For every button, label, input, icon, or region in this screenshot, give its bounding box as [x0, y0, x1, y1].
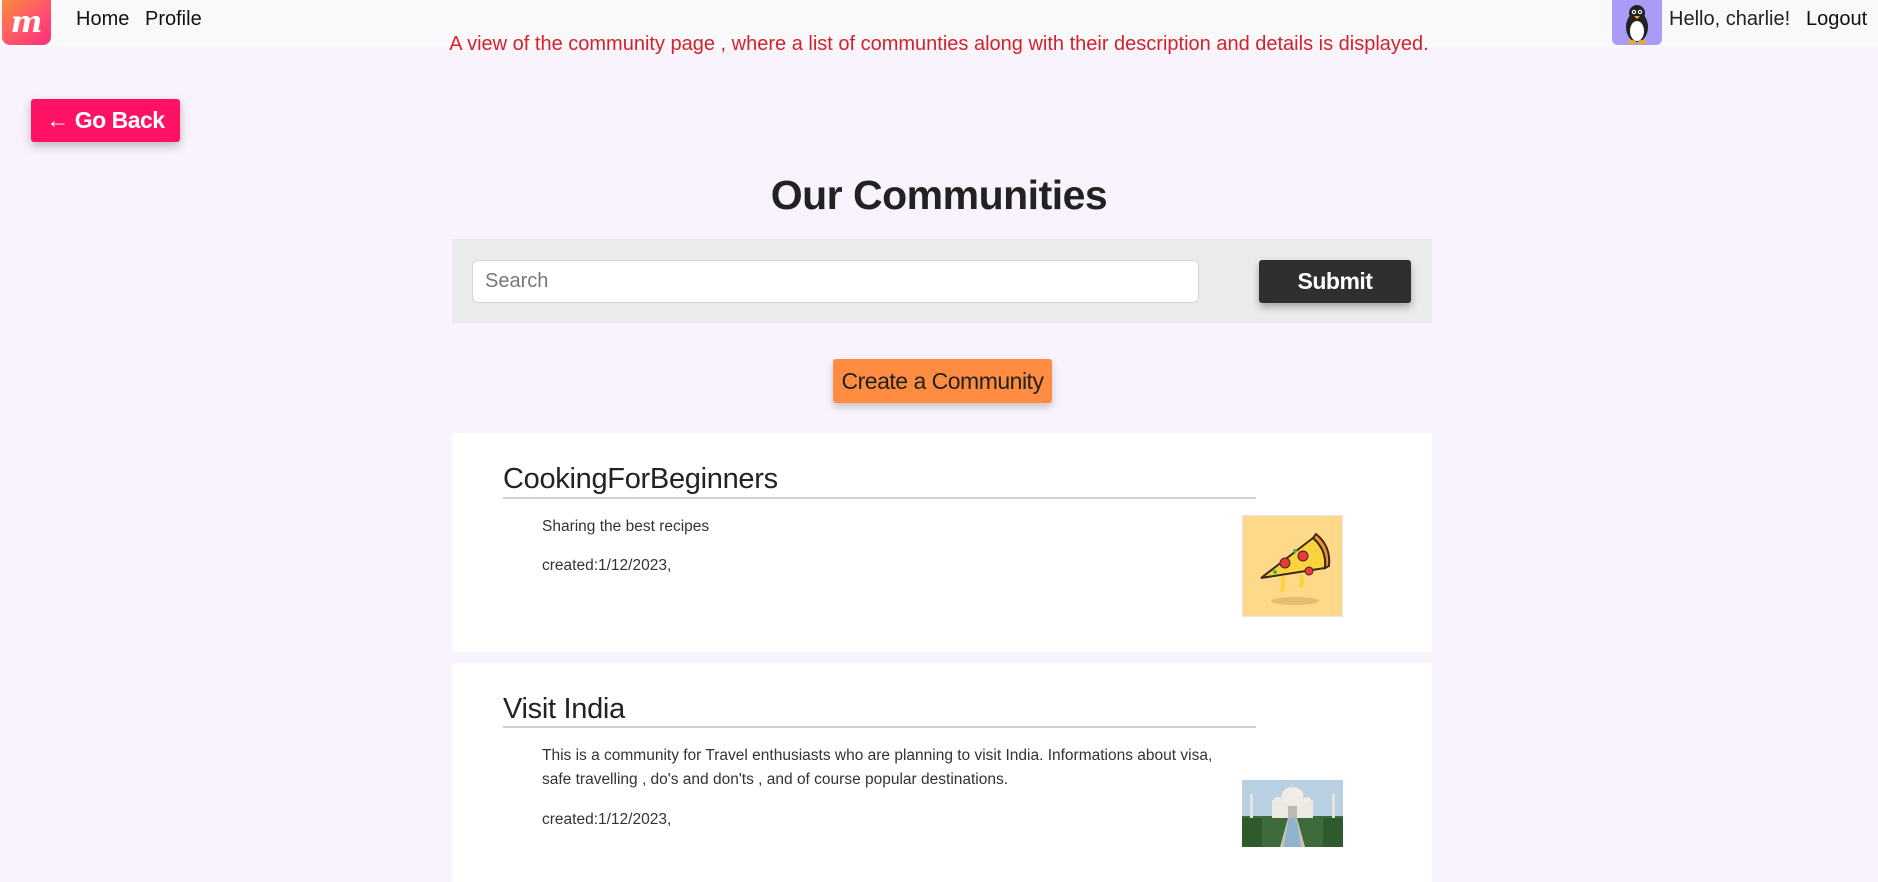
- submit-button[interactable]: Submit: [1259, 260, 1411, 303]
- search-bar: Submit: [452, 239, 1432, 323]
- nav-profile-link[interactable]: Profile: [145, 8, 202, 31]
- title-divider: [503, 497, 1256, 499]
- taj-mahal-image: [1242, 780, 1343, 847]
- nav-home-link[interactable]: Home: [76, 8, 129, 31]
- create-community-button[interactable]: Create a Community: [833, 359, 1052, 403]
- community-title[interactable]: Visit India: [503, 693, 625, 726]
- community-card: CookingForBeginners Sharing the best rec…: [452, 433, 1432, 652]
- community-created-date: created:1/12/2023,: [542, 811, 672, 828]
- pizza-image: [1242, 515, 1343, 617]
- page-title: Our Communities: [770, 172, 1108, 218]
- user-greeting: Hello, charlie!: [1669, 8, 1791, 30]
- community-description: This is a community for Travel enthusias…: [542, 747, 1213, 788]
- community-card: Visit India This is a community for Trav…: [452, 663, 1432, 882]
- page-caption: A view of the community page , where a l…: [449, 33, 1429, 55]
- community-description: Sharing the best recipes: [542, 518, 710, 535]
- go-back-button[interactable]: ← Go Back: [31, 99, 180, 142]
- community-title[interactable]: CookingForBeginners: [503, 463, 778, 496]
- logout-link[interactable]: Logout: [1806, 8, 1867, 31]
- title-divider: [503, 726, 1256, 728]
- community-created-date: created:1/12/2023,: [542, 557, 672, 574]
- search-input[interactable]: [472, 260, 1199, 303]
